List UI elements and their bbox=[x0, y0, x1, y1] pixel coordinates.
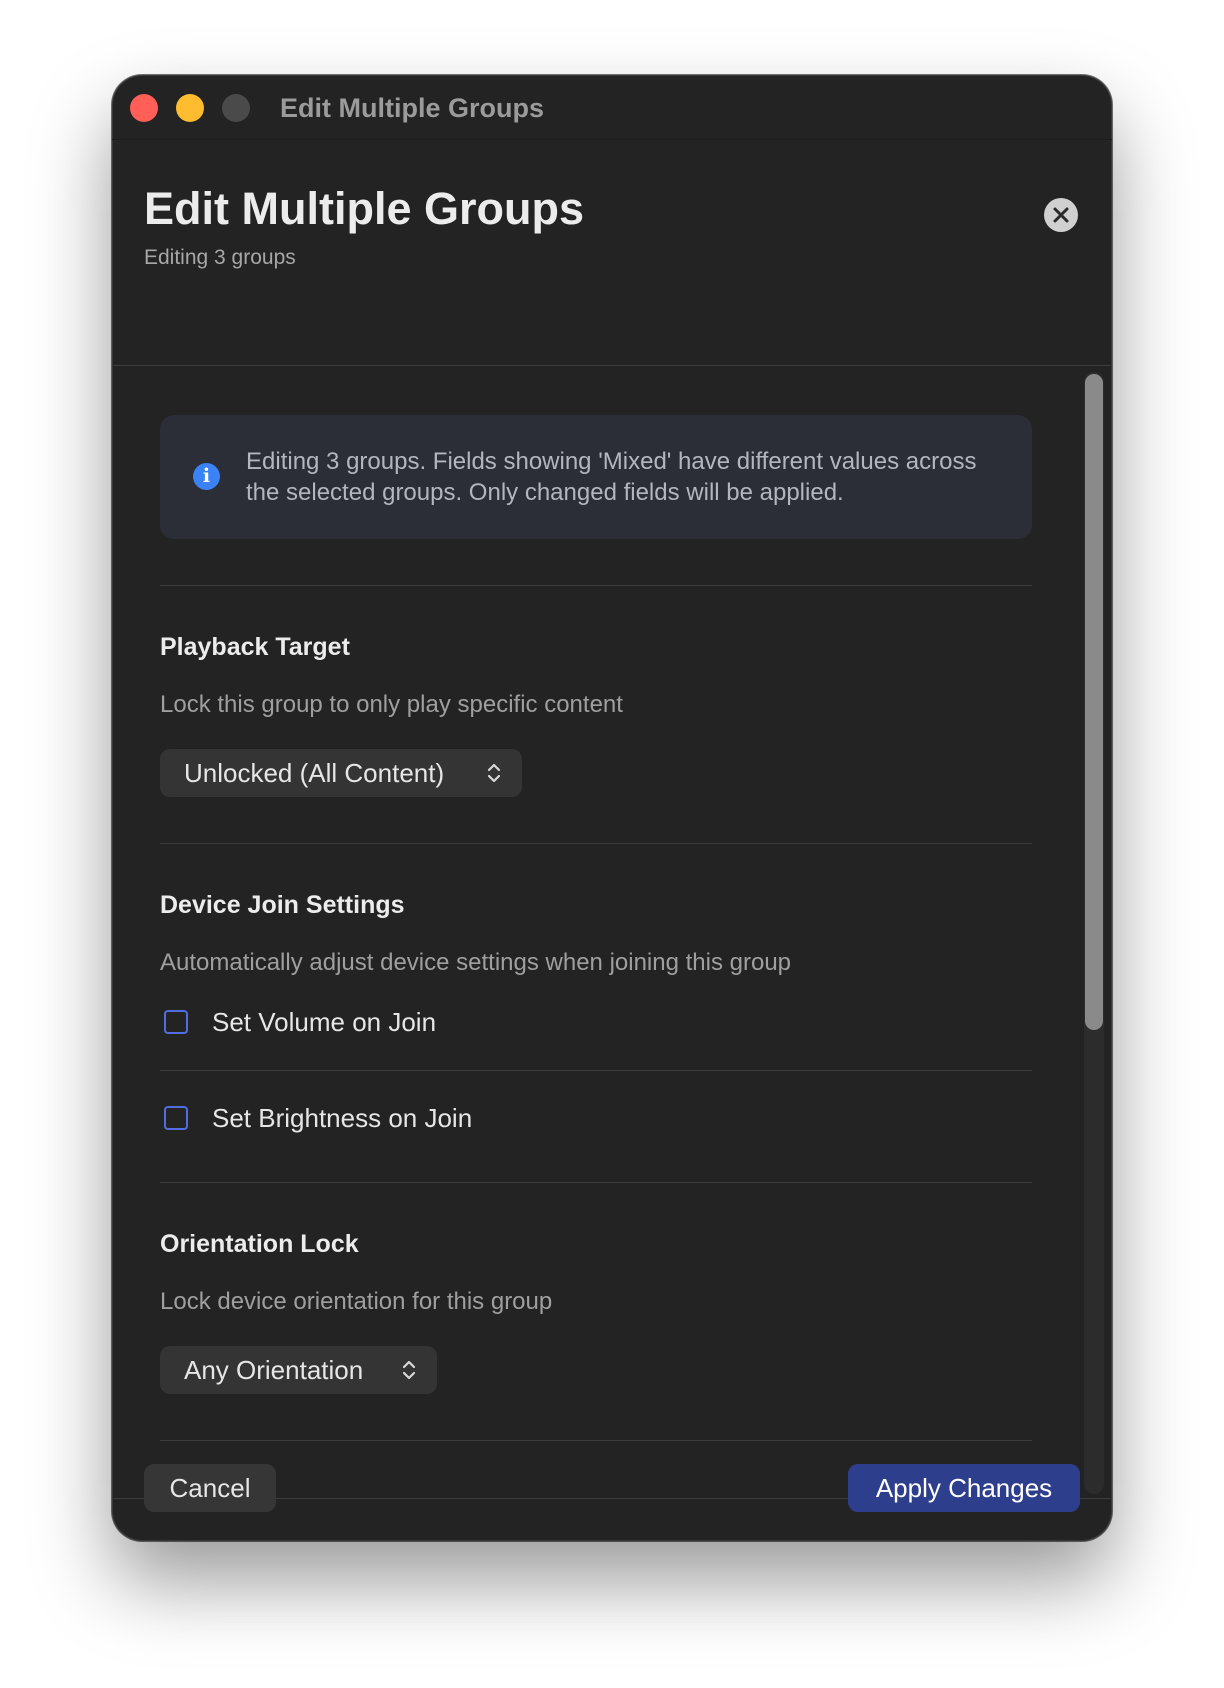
playback-target-select[interactable]: Unlocked (All Content) bbox=[160, 749, 522, 797]
scroll-area[interactable]: i Editing 3 groups. Fields showing 'Mixe… bbox=[112, 366, 1112, 1498]
apply-changes-button[interactable]: Apply Changes bbox=[848, 1464, 1080, 1512]
info-text: Editing 3 groups. Fields showing 'Mixed'… bbox=[246, 448, 977, 506]
divider bbox=[160, 1070, 1032, 1071]
cancel-button[interactable]: Cancel bbox=[144, 1464, 276, 1512]
divider bbox=[160, 585, 1032, 586]
edit-groups-window: Edit Multiple Groups Edit Multiple Group… bbox=[112, 75, 1112, 1541]
info-icon: i bbox=[193, 463, 220, 490]
chevron-updown-icon bbox=[402, 1360, 416, 1380]
playback-target-value: Unlocked (All Content) bbox=[184, 758, 445, 788]
divider bbox=[160, 843, 1032, 844]
chevron-updown-icon bbox=[487, 763, 501, 783]
divider bbox=[160, 1440, 1032, 1441]
close-icon bbox=[1053, 207, 1069, 223]
orientation-lock-title: Orientation Lock bbox=[160, 1230, 359, 1258]
window-close-button[interactable] bbox=[130, 94, 158, 122]
info-banner: i Editing 3 groups. Fields showing 'Mixe… bbox=[160, 415, 1032, 539]
set-volume-checkbox[interactable] bbox=[164, 1010, 188, 1034]
set-volume-row[interactable]: Set Volume on Join bbox=[160, 1004, 760, 1044]
orientation-lock-value: Any Orientation bbox=[184, 1355, 364, 1385]
set-brightness-row[interactable]: Set Brightness on Join bbox=[160, 1100, 760, 1140]
set-brightness-checkbox[interactable] bbox=[164, 1106, 188, 1130]
title-bar: Edit Multiple Groups bbox=[112, 75, 1112, 140]
scrollbar-thumb[interactable] bbox=[1085, 374, 1103, 1030]
orientation-lock-description: Lock device orientation for this group bbox=[160, 1288, 553, 1315]
divider bbox=[160, 1182, 1032, 1183]
playback-target-description: Lock this group to only play specific co… bbox=[160, 691, 623, 718]
orientation-lock-select[interactable]: Any Orientation bbox=[160, 1346, 437, 1394]
device-join-title: Device Join Settings bbox=[160, 891, 405, 919]
playback-target-title: Playback Target bbox=[160, 633, 350, 661]
close-button[interactable] bbox=[1044, 198, 1078, 232]
set-brightness-label: Set Brightness on Join bbox=[212, 1103, 473, 1133]
set-volume-label: Set Volume on Join bbox=[212, 1007, 437, 1037]
window-zoom-button[interactable] bbox=[222, 94, 250, 122]
window-title: Edit Multiple Groups bbox=[280, 93, 544, 123]
device-join-description: Automatically adjust device settings whe… bbox=[160, 949, 792, 976]
page-subtitle: Editing 3 groups bbox=[144, 246, 296, 269]
page-title: Edit Multiple Groups bbox=[144, 183, 584, 234]
window-minimize-button[interactable] bbox=[176, 94, 204, 122]
